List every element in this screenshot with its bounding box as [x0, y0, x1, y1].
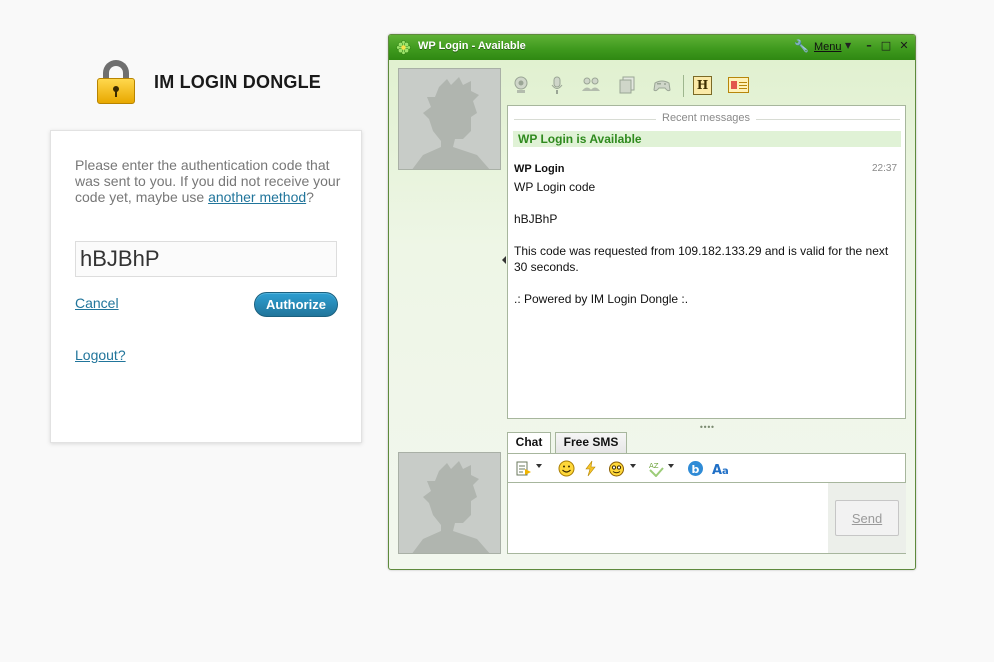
auth-code-value: hBJBhP [80, 246, 160, 271]
chevron-down-icon[interactable] [630, 464, 636, 468]
games-icon[interactable] [652, 75, 672, 95]
logout-link[interactable]: Logout? [75, 347, 126, 363]
user-silhouette-icon [412, 461, 490, 553]
svg-text:b: b [692, 463, 700, 476]
splitter-grip[interactable]: •••• [699, 423, 715, 432]
minimize-button[interactable]: – [862, 39, 876, 53]
translate-icon[interactable]: AZ [648, 460, 665, 477]
auth-instructions-end: ? [306, 189, 314, 205]
text-format-icon[interactable] [515, 460, 532, 477]
window-titlebar[interactable]: WP Login - Available 🔧 Menu ▼ – □ ✕ [389, 35, 915, 60]
message-line: .: Powered by IM Login Dongle :. [514, 292, 689, 306]
send-files-icon[interactable] [617, 75, 637, 95]
contact-avatar[interactable] [398, 68, 501, 170]
group-chat-icon[interactable] [581, 75, 601, 95]
auth-instructions: Please enter the authentication code tha… [75, 157, 345, 205]
chevron-down-icon[interactable] [668, 464, 674, 468]
collapse-arrow-icon[interactable] [502, 256, 506, 264]
recent-messages-label: Recent messages [656, 112, 757, 124]
tab-free-sms[interactable]: Free SMS [555, 432, 627, 453]
bing-search-icon[interactable]: b [687, 460, 704, 477]
brand-header: IM LOGIN DONGLE [97, 60, 321, 104]
chevron-down-icon: ▼ [845, 41, 852, 50]
svg-text:a: a [722, 466, 729, 477]
brand-title: IM LOGIN DONGLE [154, 71, 321, 92]
font-icon[interactable]: Aa [712, 460, 734, 477]
message-timestamp: 22:37 [872, 163, 898, 174]
menu-button[interactable]: Menu [814, 41, 842, 53]
maximize-button[interactable]: □ [879, 39, 893, 53]
chevron-down-icon[interactable] [536, 464, 542, 468]
auth-code-input[interactable]: hBJBhP [75, 241, 337, 277]
message-code: hBJBhP [514, 212, 558, 226]
message-sender: WP Login [514, 163, 565, 175]
webcam-icon[interactable] [511, 75, 531, 95]
wrench-icon[interactable]: 🔧 [794, 40, 809, 53]
icq-flower-icon [396, 40, 411, 55]
another-method-link[interactable]: another method [208, 189, 306, 205]
close-button[interactable]: ✕ [897, 39, 911, 53]
svg-text:A: A [712, 463, 722, 477]
padlock-icon [97, 60, 135, 104]
compose-toolbar: AZ b Aa [507, 453, 906, 483]
message-input[interactable] [508, 483, 828, 553]
message-history[interactable]: Recent messages WP Login is Available WP… [507, 105, 906, 419]
im-chat-window: WP Login - Available 🔧 Menu ▼ – □ ✕ H Re… [388, 34, 916, 570]
message-line: WP Login code [514, 180, 596, 194]
message-compose: Send [507, 483, 906, 554]
toolbar-divider [683, 75, 684, 97]
animated-emoticon-icon[interactable] [608, 460, 625, 477]
contact-card-icon[interactable] [728, 77, 749, 93]
nudge-lightning-icon[interactable] [582, 460, 599, 477]
history-icon[interactable]: H [693, 76, 712, 95]
contact-silhouette-icon [412, 77, 490, 169]
own-avatar[interactable] [398, 452, 501, 554]
window-title: WP Login - Available [418, 40, 526, 52]
tab-chat[interactable]: Chat [507, 432, 551, 453]
svg-text:AZ: AZ [649, 462, 659, 470]
cancel-link[interactable]: Cancel [75, 295, 119, 311]
smiley-icon[interactable] [558, 460, 575, 477]
login-form: Please enter the authentication code tha… [50, 130, 362, 443]
send-button-label: Send [851, 510, 883, 526]
contact-status-notice: WP Login is Available [513, 131, 901, 147]
authorize-button[interactable]: Authorize [254, 292, 338, 317]
microphone-icon[interactable] [547, 75, 567, 95]
send-button[interactable]: Send [835, 500, 899, 536]
message-line: This code was requested from 109.182.133… [514, 244, 889, 274]
